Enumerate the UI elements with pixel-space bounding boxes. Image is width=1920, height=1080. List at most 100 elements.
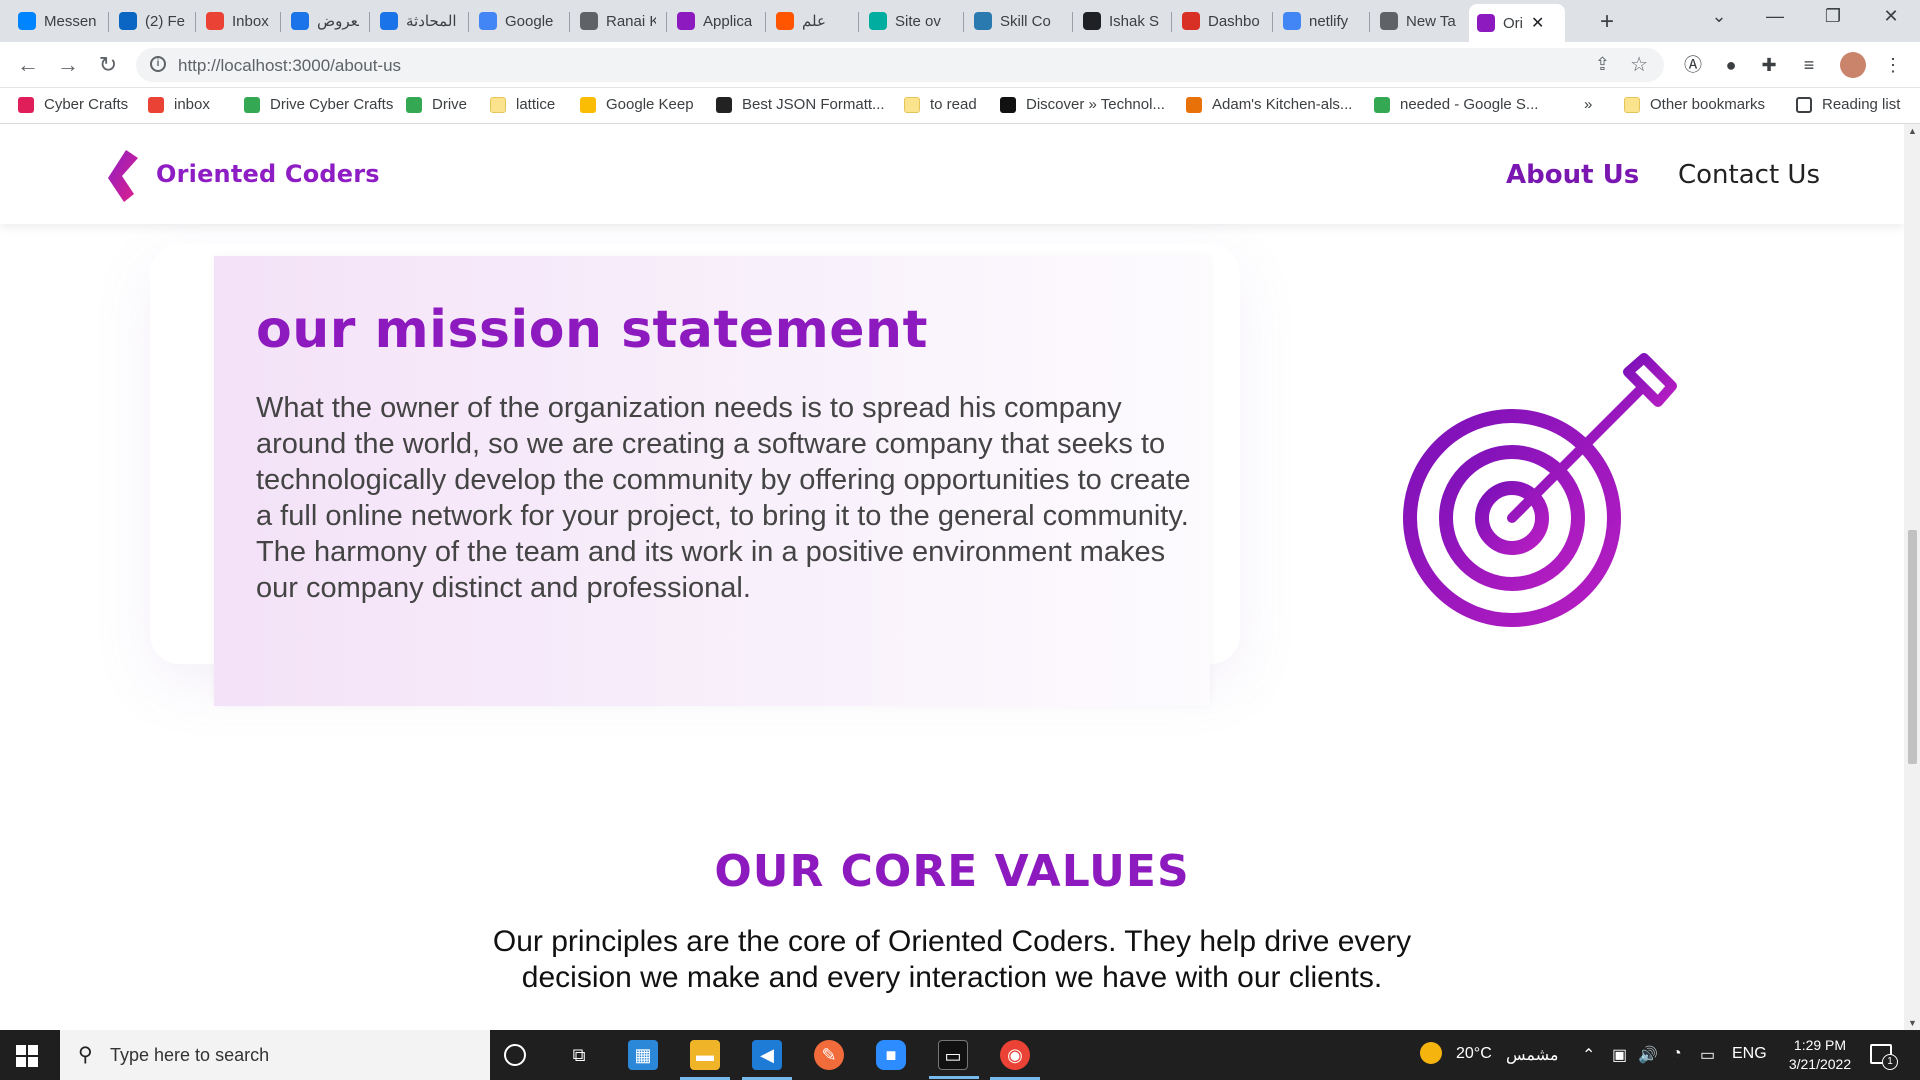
bookmark-item[interactable]: inbox xyxy=(148,96,210,113)
close-window-button[interactable]: ✕ xyxy=(1876,6,1906,27)
bookmark-item[interactable]: to read xyxy=(904,96,977,113)
meet-now-icon[interactable]: ▣ xyxy=(1612,1045,1627,1065)
browser-tab[interactable]: netlify xyxy=(1275,6,1367,36)
scroll-up-arrow[interactable]: ▲ xyxy=(1908,126,1917,136)
brand-name[interactable]: Oriented Coders xyxy=(156,160,380,188)
browser-tab[interactable]: Inbox ( xyxy=(198,6,278,36)
scrollbar-thumb[interactable] xyxy=(1908,530,1917,764)
reading-list-button[interactable]: Reading list xyxy=(1796,96,1900,113)
tab-search-icon[interactable]: ⌄ xyxy=(1704,6,1734,27)
browser-tab[interactable]: علم xyxy=(768,6,856,36)
bookmark-item[interactable]: Drive Cyber Crafts xyxy=(244,96,393,113)
translate-extension-icon[interactable]: Ⓐ xyxy=(1680,52,1706,78)
reload-button[interactable]: ↻ xyxy=(94,51,122,79)
weather-temperature[interactable]: 20°C xyxy=(1456,1045,1492,1063)
system-clock[interactable]: 1:29 PM 3/21/2022 xyxy=(1770,1036,1870,1074)
browser-tab[interactable]: Google xyxy=(471,6,567,36)
nav-about-us[interactable]: About Us xyxy=(1506,160,1639,190)
browser-tab[interactable]: Ishak S xyxy=(1075,6,1169,36)
extensions-puzzle-icon[interactable]: ✚ xyxy=(1756,52,1782,78)
postman-icon[interactable]: ✎ xyxy=(814,1040,844,1070)
close-tab-icon[interactable]: ✕ xyxy=(1531,13,1544,33)
cortana-icon[interactable] xyxy=(504,1044,526,1066)
mission-text: What the owner of the organization needs… xyxy=(256,392,1191,604)
taskbar-search-box[interactable]: ⚲ Type here to search xyxy=(60,1030,490,1080)
volume-icon[interactable]: 🔊 xyxy=(1638,1045,1658,1065)
site-info-icon[interactable]: i xyxy=(150,56,166,72)
browser-tab[interactable]: Ori ✕ xyxy=(1469,4,1565,42)
new-tab-button[interactable]: + xyxy=(1600,8,1614,36)
browser-menu-icon[interactable]: ⋮ xyxy=(1880,52,1906,78)
scroll-down-arrow[interactable]: ▼ xyxy=(1908,1018,1917,1028)
bookmark-item[interactable]: Google Keep xyxy=(580,96,694,113)
zoom-icon[interactable]: ■ xyxy=(876,1040,906,1070)
browser-tab[interactable]: المحادثة xyxy=(372,6,466,36)
browser-tab[interactable]: العروض xyxy=(283,6,367,36)
nav-contact-us[interactable]: Contact Us xyxy=(1678,160,1820,190)
bookmark-label: to read xyxy=(930,96,977,113)
url-text[interactable]: http://localhost:3000/about-us xyxy=(178,56,401,76)
bookmark-item[interactable]: Best JSON Formatt... xyxy=(716,96,885,113)
battery-icon[interactable]: ▭ xyxy=(1700,1045,1715,1065)
notification-center-icon[interactable]: 1 xyxy=(1870,1044,1898,1070)
tab-favicon-icon xyxy=(1283,12,1301,30)
browser-tab[interactable]: Ranai K xyxy=(572,6,664,36)
bookmarks-bar: Cyber Crafts inbox Drive Cyber Crafts Drive… xyxy=(0,88,1920,124)
forward-button[interactable]: → xyxy=(54,51,82,79)
restore-button[interactable]: ❐ xyxy=(1818,6,1848,27)
tab-favicon-icon xyxy=(776,12,794,30)
bookmark-item[interactable]: Adam's Kitchen-als... xyxy=(1186,96,1352,113)
task-view-icon[interactable]: ⧉ xyxy=(564,1040,594,1070)
tab-separator xyxy=(1171,12,1172,32)
brand-logo-icon[interactable] xyxy=(104,148,144,204)
tab-favicon-icon xyxy=(1380,12,1398,30)
browser-tab[interactable]: Skill Co xyxy=(966,6,1070,36)
bookmark-item[interactable]: Cyber Crafts xyxy=(18,96,128,113)
bookmarks-overflow-button[interactable]: » xyxy=(1584,96,1592,113)
windows-start-icon[interactable] xyxy=(16,1045,38,1067)
tab-favicon-icon xyxy=(580,12,598,30)
bookmark-favicon-icon xyxy=(1374,96,1390,113)
other-bookmarks-folder[interactable]: Other bookmarks xyxy=(1624,96,1765,113)
input-language[interactable]: ENG xyxy=(1732,1045,1767,1063)
clock-date: 3/21/2022 xyxy=(1788,1056,1852,1072)
bookmark-item[interactable]: lattice xyxy=(490,96,555,113)
microsoft-store-icon[interactable]: ▦ xyxy=(628,1040,658,1070)
profile-extension-icon[interactable]: ● xyxy=(1718,52,1744,78)
bookmark-item[interactable]: Drive xyxy=(406,96,467,113)
minimize-button[interactable]: — xyxy=(1760,6,1790,27)
address-bar[interactable]: i http://localhost:3000/about-us ⇪ ☆ xyxy=(136,48,1664,82)
bookmark-label: Cyber Crafts xyxy=(44,96,129,113)
target-arrow-icon xyxy=(1403,353,1677,627)
file-explorer-icon[interactable]: ▬ xyxy=(680,1040,730,1080)
page-scrollbar[interactable]: ▲ ▼ xyxy=(1904,124,1920,1030)
tab-separator xyxy=(1072,12,1073,32)
bookmark-star-icon[interactable]: ☆ xyxy=(1630,52,1648,77)
weather-description[interactable]: مشمس xyxy=(1506,1045,1559,1065)
browser-tab[interactable]: (2) Feed xyxy=(111,6,193,36)
browser-tab[interactable]: Dashbo xyxy=(1174,6,1270,36)
tab-separator xyxy=(468,12,469,32)
bookmark-item[interactable]: Discover » Technol... xyxy=(1000,96,1165,113)
browser-tab[interactable]: New Ta xyxy=(1372,6,1464,36)
folder-icon xyxy=(1624,96,1640,113)
terminal-icon[interactable]: ▭ xyxy=(929,1040,979,1079)
reading-list-label: Reading list xyxy=(1822,96,1901,113)
browser-tab[interactable]: Applica xyxy=(669,6,763,36)
bookmark-item[interactable]: needed - Google S... xyxy=(1374,96,1538,113)
share-icon[interactable]: ⇪ xyxy=(1595,54,1610,75)
bookmark-favicon-icon xyxy=(716,96,732,113)
tray-chevron-icon[interactable]: ⌃ xyxy=(1582,1045,1595,1065)
wifi-icon[interactable]: ◔ xyxy=(1672,1045,1682,1063)
tab-separator xyxy=(280,12,281,32)
media-control-icon[interactable]: ≡ xyxy=(1796,52,1822,78)
browser-tab[interactable]: Messen xyxy=(10,6,106,36)
back-button[interactable]: ← xyxy=(14,51,42,79)
bookmark-favicon-icon xyxy=(18,96,34,113)
browser-tab[interactable]: Site ov xyxy=(861,6,961,36)
weather-sun-icon[interactable] xyxy=(1420,1042,1442,1064)
chrome-icon[interactable]: ◉ xyxy=(990,1040,1040,1080)
profile-avatar[interactable] xyxy=(1840,52,1866,78)
vscode-icon[interactable]: ◀ xyxy=(742,1040,792,1080)
page-viewport: our mission statement What the owner of … xyxy=(0,124,1904,1030)
